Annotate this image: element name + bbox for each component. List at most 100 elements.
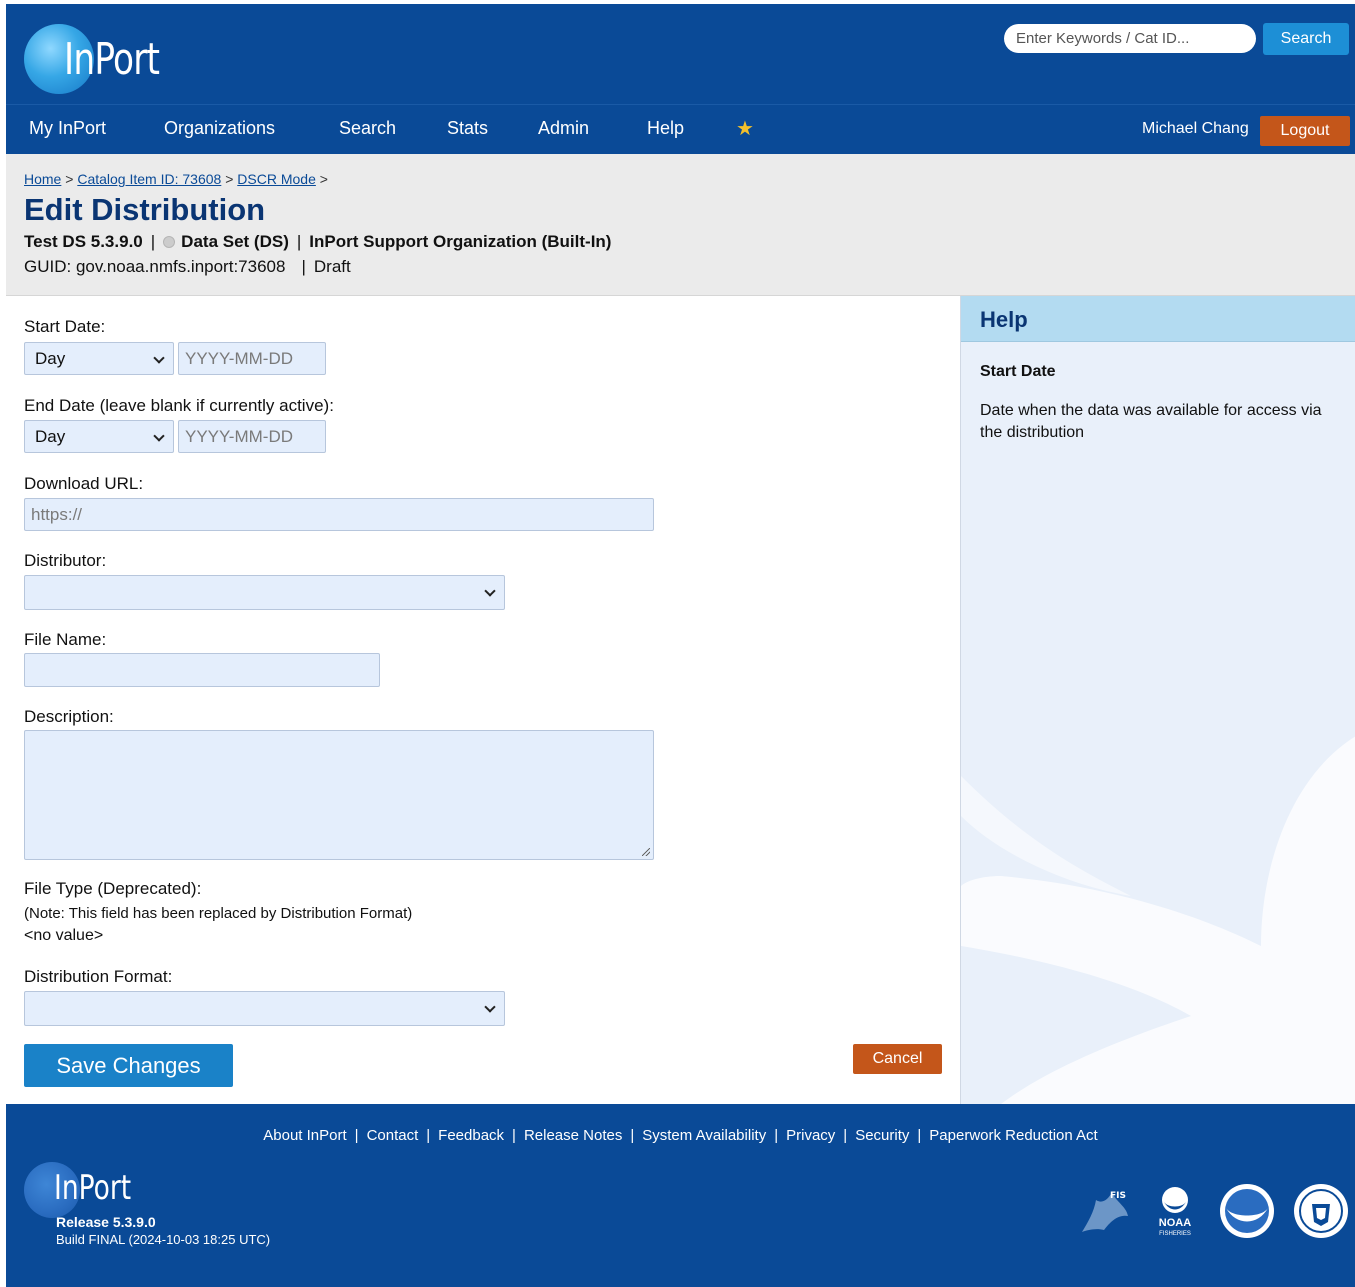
help-panel: Help Start Date Date when the data was a… [960,296,1355,1104]
download-url-placeholder: https:// [31,505,83,524]
breadcrumb-mode[interactable]: DSCR Mode [237,171,316,187]
footer-separator: | [774,1127,779,1144]
download-url-input[interactable]: https:// [24,498,654,531]
logo-text: InPort [64,34,160,85]
inport-logo[interactable]: InPort [24,22,174,102]
footer-link-privacy[interactable]: Privacy [786,1127,835,1144]
nav-stats[interactable]: Stats [447,118,488,139]
logout-button[interactable]: Logout [1260,116,1350,146]
help-topic: Start Date [980,363,1056,380]
commerce-seal-icon[interactable] [1292,1182,1350,1240]
footer-link-paperwork[interactable]: Paperwork Reduction Act [929,1127,1097,1144]
page-title: Edit Distribution [24,192,266,227]
breadcrumb-separator: > [319,171,328,187]
item-type: Data Set (DS) [181,232,289,251]
breadcrumb: Home > Catalog Item ID: 73608 > DSCR Mod… [24,171,328,187]
start-date-unit-select[interactable]: Day [24,342,174,375]
end-date-unit-select[interactable]: Day [24,420,174,453]
divider: | [150,232,156,251]
fisheries-logo-text: FISHERIES [1159,1231,1191,1237]
breadcrumb-catalog-item[interactable]: Catalog Item ID: 73608 [77,171,221,187]
distribution-format-select[interactable] [24,991,505,1026]
divider: | [296,232,302,251]
footer-link-contact[interactable]: Contact [367,1127,419,1144]
footer-separator: | [917,1127,922,1144]
help-text: Date when the data was available for acc… [980,402,1322,441]
resize-handle-icon[interactable] [642,848,650,856]
description-textarea[interactable] [24,730,654,860]
breadcrumb-separator: > [65,171,74,187]
footer-separator: | [354,1127,359,1144]
help-title: Help [980,307,1028,332]
nav-help[interactable]: Help [647,118,684,139]
file-type-note: (Note: This field has been replaced by D… [24,905,413,922]
end-date-input[interactable]: YYYY-MM-DD [178,420,326,453]
item-guid-line: GUID: gov.noaa.nmfs.inport:73608 | Draft [24,257,351,277]
help-header: Help [961,296,1355,342]
footer-links: About InPort | Contact | Feedback | Release No… [6,1127,1355,1144]
file-name-input[interactable] [24,653,380,687]
distributor-label: Distributor: [24,551,107,570]
footer-separator: | [630,1127,635,1144]
user-name[interactable]: Michael Chang [1142,120,1249,138]
fis-logo-icon[interactable]: FIS [1074,1182,1132,1240]
footer-separator: | [843,1127,848,1144]
footer-link-release-notes[interactable]: Release Notes [524,1127,622,1144]
save-changes-button[interactable]: Save Changes [24,1044,233,1087]
download-url-label: Download URL: [24,474,144,493]
chevron-down-icon [153,430,165,442]
start-date-input[interactable]: YYYY-MM-DD [178,342,326,375]
file-type-value: <no value> [24,927,104,944]
footer-link-feedback[interactable]: Feedback [438,1127,504,1144]
site-footer: About InPort | Contact | Feedback | Release No… [6,1104,1355,1287]
footer-separator: | [512,1127,516,1144]
nav-admin[interactable]: Admin [538,118,589,139]
distribution-format-label: Distribution Format: [24,967,173,986]
file-name-label: File Name: [24,630,107,649]
item-status: Draft [313,257,351,276]
cancel-button[interactable]: Cancel [853,1044,942,1074]
divider: | [301,257,306,276]
chevron-down-icon [484,1001,496,1013]
file-type-label: File Type (Deprecated): [24,879,202,898]
start-date-label: Start Date: [24,317,106,336]
noaa-logo-icon[interactable] [1218,1182,1276,1240]
dataset-icon [163,236,176,248]
title-band: Home > Catalog Item ID: 73608 > DSCR Mod… [6,154,1355,296]
item-organization: InPort Support Organization (Built-In) [309,232,612,251]
noaa-fisheries-logo-icon[interactable]: NOAA FISHERIES [1146,1182,1204,1240]
footer-separator: | [426,1127,431,1144]
footer-inport-logo[interactable]: InPort [24,1162,164,1222]
nav-organizations[interactable]: Organizations [164,118,275,139]
breadcrumb-home[interactable]: Home [24,171,61,187]
item-summary: Test DS 5.3.9.0 | Data Set (DS) | InPort Sup… [24,232,611,252]
chevron-down-icon [153,352,165,364]
end-date-placeholder: YYYY-MM-DD [185,427,293,446]
star-icon[interactable]: ★ [736,119,756,139]
edit-distribution-form: Start Date: Day YYYY-MM-DD End Date (lea… [6,296,960,1104]
release-version: Release 5.3.9.0 [56,1214,156,1230]
item-name: Test DS 5.3.9.0 [24,232,143,251]
end-date-unit-value: Day [35,427,66,446]
start-date-unit-value: Day [35,349,66,368]
start-date-placeholder: YYYY-MM-DD [185,349,293,368]
search-button[interactable]: Search [1263,23,1349,55]
search-input[interactable] [1004,24,1256,53]
item-guid: GUID: gov.noaa.nmfs.inport:73608 [24,257,286,276]
footer-logo-text: InPort [54,1168,132,1208]
breadcrumb-separator: > [225,171,234,187]
nav-my-inport[interactable]: My InPort [29,118,106,139]
footer-link-system-availability[interactable]: System Availability [642,1127,766,1144]
bird-watermark-icon [961,736,1355,1104]
distributor-select[interactable] [24,575,505,610]
noaa-logo-text: NOAA [1159,1217,1191,1229]
footer-link-security[interactable]: Security [855,1127,909,1144]
nav-search[interactable]: Search [339,118,396,139]
main-nav: My InPort Organizations Search Stats Adm… [6,104,1355,154]
end-date-label: End Date (leave blank if currently activ… [24,396,334,415]
site-header: InPort Search [6,4,1355,104]
footer-link-about[interactable]: About InPort [263,1127,346,1144]
chevron-down-icon [484,585,496,597]
fis-logo-text: FIS [1110,1191,1126,1201]
build-info: Build FINAL (2024-10-03 18:25 UTC) [56,1232,271,1247]
